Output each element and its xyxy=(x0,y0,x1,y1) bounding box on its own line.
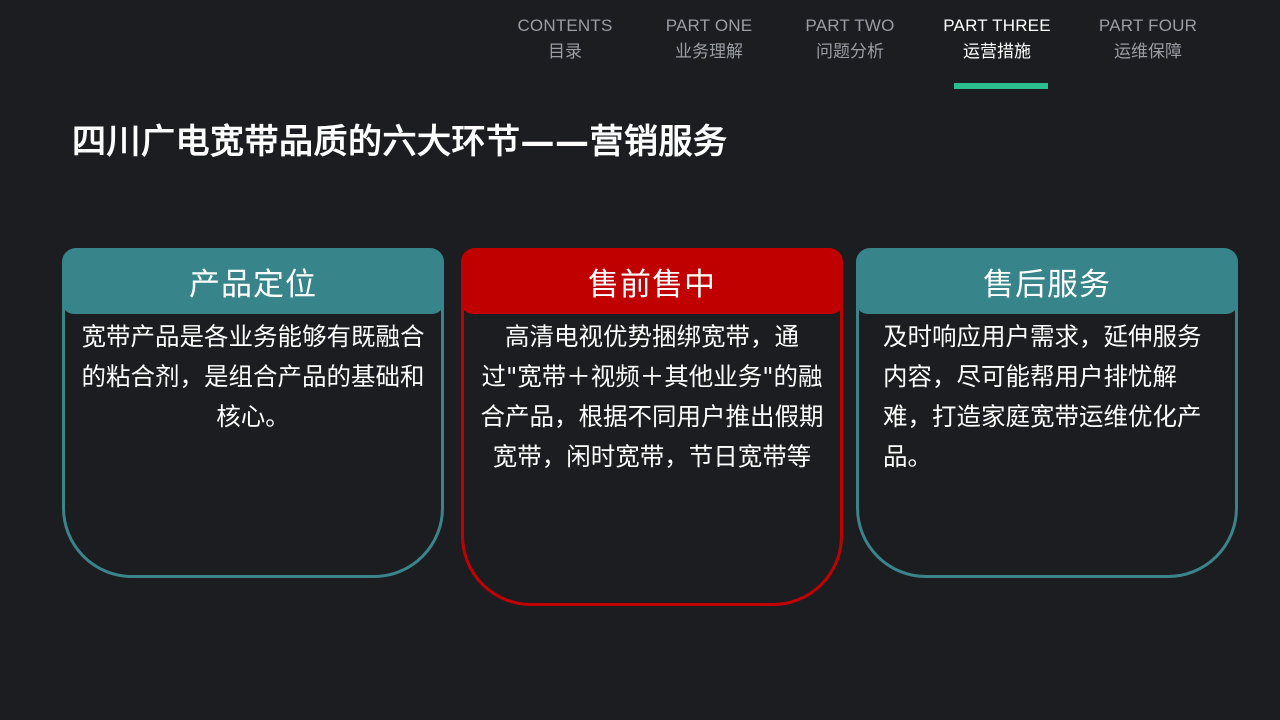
nav-item-chinese-label: 运营措施 xyxy=(963,42,1031,62)
card-body-text: 及时响应用户需求，延伸服务内容，尽可能帮用户排忧解难，打造家庭宽带运维优化产品。 xyxy=(883,322,1202,471)
nav-item-chinese-label: 目录 xyxy=(548,42,582,62)
card-heading: 产品定位 xyxy=(62,248,444,314)
nav-item-english-label: PART ONE xyxy=(665,16,753,35)
nav-item-chinese-label: 运维保障 xyxy=(1114,42,1182,62)
nav-item-english-label: CONTENTS xyxy=(517,16,613,35)
nav-item-part-three[interactable]: PART THREE 运营措施 xyxy=(922,14,1072,66)
card-body-text: 高清电视优势捆绑宽带，通过"宽带＋视频＋其他业务"的融合产品，根据不同用户推出假… xyxy=(480,322,824,471)
nav-item-english-label: PART TWO xyxy=(805,16,895,35)
card-heading: 售前售中 xyxy=(461,248,843,314)
card-pre-sales: 售前售中 高清电视优势捆绑宽带，通过"宽带＋视频＋其他业务"的融合产品，根据不同… xyxy=(461,248,843,606)
nav-item-part-four[interactable]: PART FOUR 运维保障 xyxy=(1073,14,1223,66)
nav-item-english-label: PART FOUR xyxy=(1098,16,1198,35)
nav-item-part-one[interactable]: PART ONE 业务理解 xyxy=(634,14,784,66)
nav-item-chinese-label: 问题分析 xyxy=(816,42,884,62)
nav-item-english-label: PART THREE xyxy=(943,16,1051,35)
top-navigation: CONTENTS 目录 PART ONE 业务理解 PART TWO 问题分析 … xyxy=(490,0,1280,92)
active-nav-indicator xyxy=(954,83,1048,89)
nav-item-chinese-label: 业务理解 xyxy=(675,42,743,62)
card-heading: 售后服务 xyxy=(856,248,1238,314)
page-title: 四川广电宽带品质的六大环节——营销服务 xyxy=(72,122,728,162)
card-product-positioning: 产品定位 宽带产品是各业务能够有既融合的粘合剂，是组合产品的基础和核心。 xyxy=(62,248,444,578)
card-after-sales: 售后服务 及时响应用户需求，延伸服务内容，尽可能帮用户排忧解难，打造家庭宽带运维… xyxy=(856,248,1238,578)
nav-item-part-two[interactable]: PART TWO 问题分析 xyxy=(775,14,925,66)
nav-item-contents[interactable]: CONTENTS 目录 xyxy=(490,14,640,66)
card-body-text: 宽带产品是各业务能够有既融合的粘合剂，是组合产品的基础和核心。 xyxy=(81,322,425,431)
